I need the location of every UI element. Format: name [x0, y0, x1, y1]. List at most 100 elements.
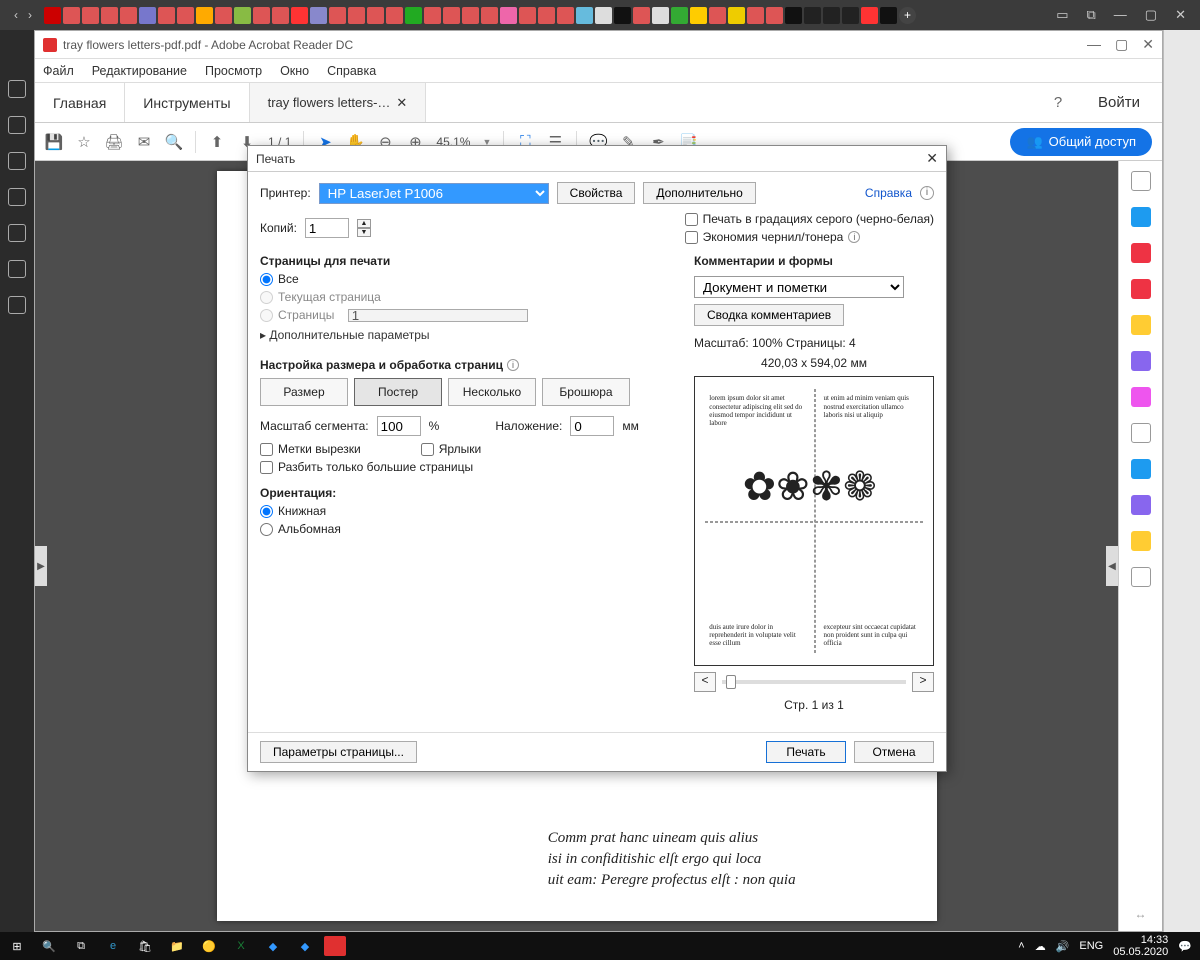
help-icon[interactable]: ?	[1040, 94, 1076, 111]
browser-tab[interactable]	[557, 7, 574, 24]
browser-tab[interactable]	[500, 7, 517, 24]
expand-left-icon[interactable]: ▶	[35, 546, 47, 586]
browser-tab[interactable]	[443, 7, 460, 24]
browser-tab[interactable]	[766, 7, 783, 24]
browser-tab[interactable]	[576, 7, 593, 24]
browser-tab[interactable]	[614, 7, 631, 24]
tray-clock[interactable]: 14:33 05.05.2020	[1113, 934, 1168, 958]
radio-current[interactable]: Текущая страница	[260, 288, 680, 306]
pin-icon[interactable]: ⧉	[1087, 7, 1096, 23]
rail-more-icon[interactable]	[1131, 567, 1151, 587]
tab-close-icon[interactable]: ✕	[396, 95, 407, 111]
acr-minimize-icon[interactable]: —	[1087, 36, 1101, 53]
overlap-input[interactable]	[570, 416, 614, 436]
properties-button[interactable]: Свойства	[557, 182, 636, 204]
browser-tab[interactable]	[44, 7, 61, 24]
radio-pages[interactable]: Страницы	[260, 306, 680, 324]
browser-tab[interactable]	[861, 7, 878, 24]
radio-portrait[interactable]: Книжная	[260, 502, 680, 520]
labels-checkbox[interactable]: Ярлыки	[421, 442, 482, 456]
window-controls[interactable]: ▭ ⧉ — ▢ ✕	[1046, 7, 1196, 23]
size-info-icon[interactable]: i	[507, 359, 519, 371]
browser-tab[interactable]	[595, 7, 612, 24]
advanced-button[interactable]: Дополнительно	[643, 182, 755, 204]
expand-right-icon[interactable]: ◀	[1106, 546, 1118, 586]
browser-tab[interactable]	[139, 7, 156, 24]
nav-back-forward[interactable]: ‹›	[4, 8, 42, 22]
browser-tab[interactable]	[747, 7, 764, 24]
more-params-toggle[interactable]: ▸ Дополнительные параметры	[260, 324, 680, 346]
browser-tab[interactable]	[177, 7, 194, 24]
rail-edit-icon[interactable]	[1131, 279, 1151, 299]
new-tab-button[interactable]: +	[899, 7, 916, 24]
browser-tab[interactable]	[519, 7, 536, 24]
browser-tab[interactable]	[386, 7, 403, 24]
rail-fill-icon[interactable]	[1131, 495, 1151, 515]
tray-lang[interactable]: ENG	[1079, 940, 1103, 952]
browser-tab[interactable]	[804, 7, 821, 24]
mode-booklet-button[interactable]: Брошюра	[542, 378, 630, 406]
tab-home[interactable]: Главная	[35, 83, 125, 122]
excel-icon[interactable]: X	[228, 935, 254, 957]
page-up-icon[interactable]: ⬆	[208, 133, 226, 151]
browser-tab[interactable]	[272, 7, 289, 24]
preview-prev-button[interactable]: <	[694, 672, 716, 692]
share-button[interactable]: 👥 Общий доступ	[1010, 128, 1152, 156]
browser-tab[interactable]	[633, 7, 650, 24]
rail-compress-icon[interactable]	[1131, 459, 1151, 479]
tray-volume-icon[interactable]: 🔊	[1056, 940, 1070, 953]
browser-tab[interactable]	[291, 7, 308, 24]
browser-tab[interactable]	[709, 7, 726, 24]
menu-view[interactable]: Просмотр	[205, 64, 262, 78]
comments-select[interactable]: Документ и пометки	[694, 276, 904, 298]
menu-edit[interactable]: Редактирование	[92, 64, 187, 78]
rail-create-icon[interactable]	[1131, 243, 1151, 263]
mail-icon[interactable]: ✉	[135, 133, 153, 151]
rail-icon[interactable]	[8, 152, 26, 170]
browser-tab[interactable]	[120, 7, 137, 24]
signin-button[interactable]: Войти	[1076, 94, 1162, 111]
acr-maximize-icon[interactable]: ▢	[1115, 36, 1128, 53]
preview-slider[interactable]	[722, 680, 906, 684]
browser-tab[interactable]	[823, 7, 840, 24]
edge-icon[interactable]: e	[100, 935, 126, 957]
segment-scale-input[interactable]	[377, 416, 421, 436]
rail-icon[interactable]	[8, 224, 26, 242]
acr-close-icon[interactable]: ✕	[1142, 36, 1154, 53]
browser-tab[interactable]	[234, 7, 251, 24]
rail-protect-icon[interactable]	[1131, 423, 1151, 443]
menu-help[interactable]: Справка	[327, 64, 376, 78]
browser-tab[interactable]	[158, 7, 175, 24]
inksave-info-icon[interactable]: i	[848, 231, 860, 243]
browser-tab[interactable]	[652, 7, 669, 24]
help-info-icon[interactable]: i	[920, 186, 934, 200]
rail-icon[interactable]	[8, 116, 26, 134]
browser-tab[interactable]	[101, 7, 118, 24]
browser-tab[interactable]	[405, 7, 422, 24]
browser-tab[interactable]	[215, 7, 232, 24]
browser-tab[interactable]	[253, 7, 270, 24]
photoshop-icon[interactable]: ◆	[260, 935, 286, 957]
all-tabs-icon[interactable]: ▭	[1056, 7, 1068, 23]
acrobat-taskbar-icon[interactable]	[324, 936, 346, 956]
browser-tab[interactable]	[63, 7, 80, 24]
tab-tools[interactable]: Инструменты	[125, 83, 249, 122]
copies-spinner[interactable]: ▲▼	[357, 219, 371, 237]
yandex-icon[interactable]: 🟡	[196, 935, 222, 957]
radio-all[interactable]: Все	[260, 270, 680, 288]
rail-icon[interactable]	[8, 188, 26, 206]
rail-comment-icon[interactable]	[1131, 315, 1151, 335]
app-icon[interactable]: ◆	[292, 935, 318, 957]
copies-input[interactable]	[305, 218, 349, 238]
save-icon[interactable]: 💾	[45, 133, 63, 151]
tab-document[interactable]: tray flowers letters-… ✕	[250, 83, 427, 122]
browser-tab[interactable]	[785, 7, 802, 24]
search-icon[interactable]: 🔍	[165, 133, 183, 151]
rail-collapse-icon[interactable]: ↔	[1135, 907, 1147, 931]
rail-send-icon[interactable]	[1131, 531, 1151, 551]
rail-export-icon[interactable]	[1131, 207, 1151, 227]
search-icon[interactable]: 🔍	[36, 935, 62, 957]
rail-search-icon[interactable]	[1131, 171, 1151, 191]
maximize-icon[interactable]: ▢	[1145, 7, 1157, 23]
mode-multi-button[interactable]: Несколько	[448, 378, 536, 406]
